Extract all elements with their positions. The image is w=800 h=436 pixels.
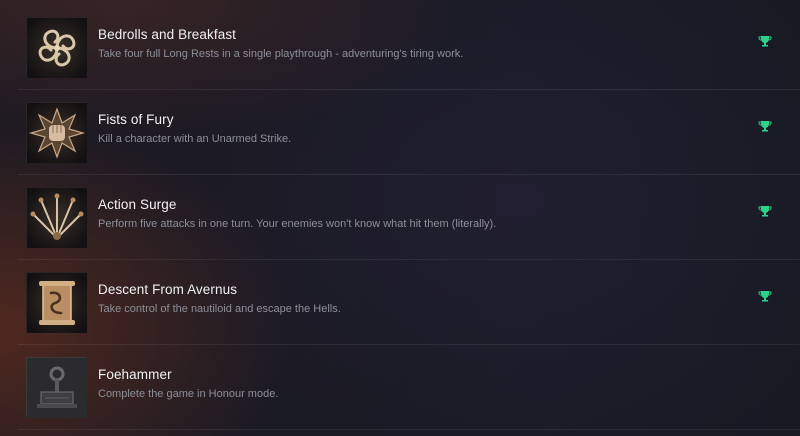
achievement-title: Descent From Avernus [98,282,238,297]
achievement-title: Bedrolls and Breakfast [98,27,237,42]
achievement-row[interactable]: Fists of Fury Kill a character with an U… [18,91,800,175]
scroll-icon [26,272,87,333]
trophy-icon [758,204,772,218]
bedroll-spiral-icon [26,17,87,78]
swords-fan-icon [26,187,87,248]
achievement-description: Kill a character with an Unarmed Strike. [98,133,292,145]
trophy-icon [758,34,772,48]
achievement-description: Take control of the nautiloid and escape… [98,303,341,315]
achievement-row[interactable]: Bedrolls and Breakfast Take four full Lo… [18,6,800,90]
achievement-description: Perform five attacks in one turn. Your e… [98,218,497,230]
trophy-icon [758,289,772,303]
achievement-title: Foehammer [98,367,172,382]
fist-icon [26,102,87,163]
achievement-row[interactable]: Foehammer Complete the game in Honour mo… [18,346,800,430]
hammer-icon [26,357,87,418]
achievement-row[interactable]: Descent From Avernus Take control of the… [18,261,800,345]
achievement-title: Fists of Fury [98,112,174,127]
achievement-description: Take four full Long Rests in a single pl… [98,48,464,60]
achievement-title: Action Surge [98,197,177,212]
trophy-icon [758,119,772,133]
achievement-description: Complete the game in Honour mode. [98,388,279,400]
achievement-row[interactable]: Action Surge Perform five attacks in one… [18,176,800,260]
